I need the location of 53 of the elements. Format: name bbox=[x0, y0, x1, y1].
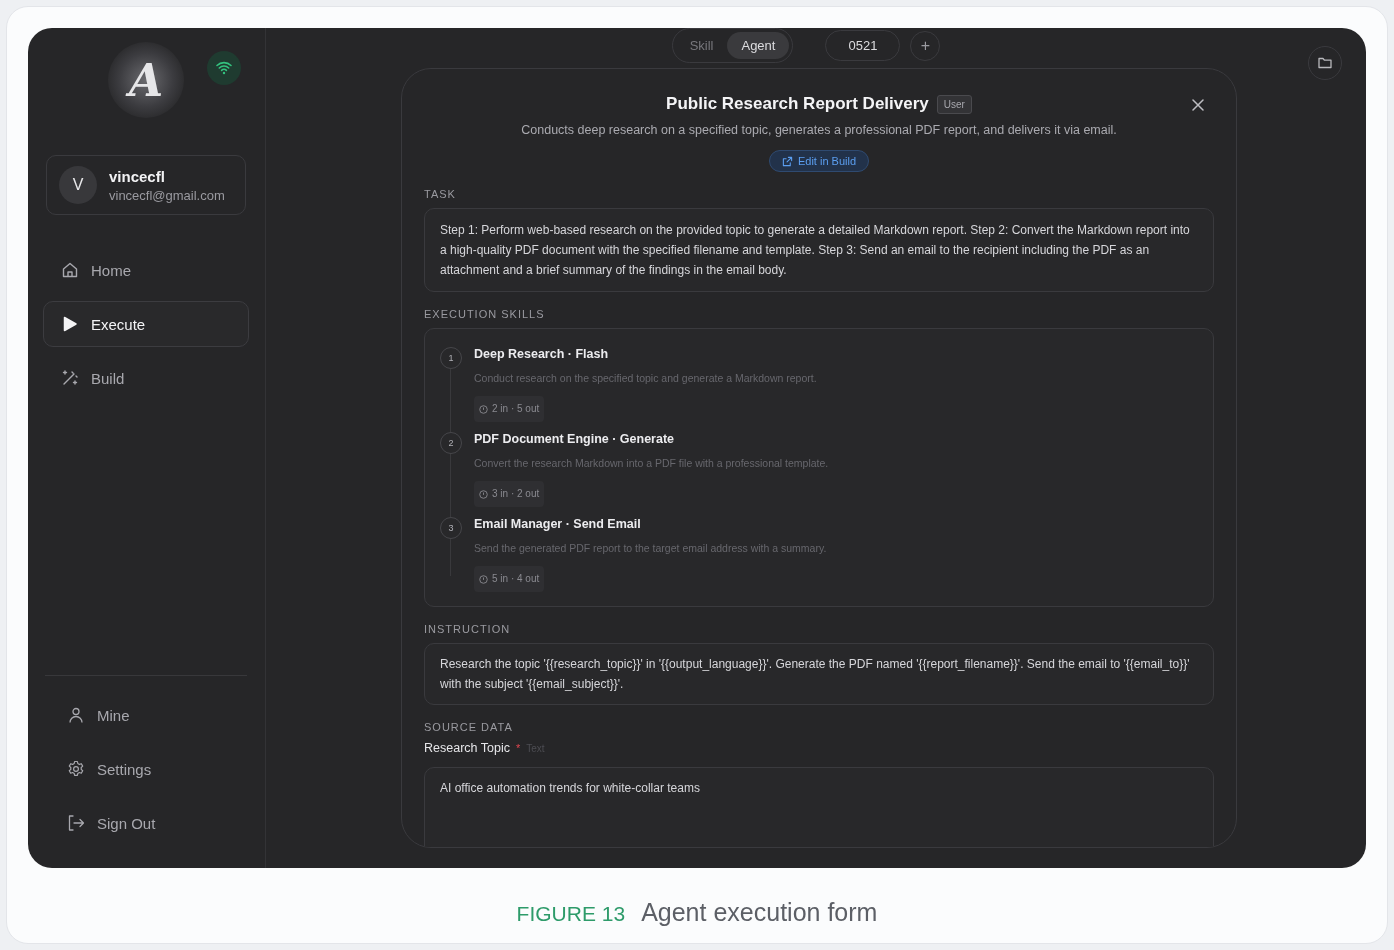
field-label: Research Topic bbox=[424, 741, 510, 755]
task-text: Step 1: Perform web-based research on the provided topic to generate a detailed Markdown report. Step 2: Convert the Markdown report into a high-quality PDF document with the specified filename and template. Step 3: Send an email to the recipient including the PDF as an attachment and a brief summary of the findings in the email body. bbox=[424, 208, 1214, 292]
wifi-icon bbox=[207, 51, 241, 85]
step-number: 1 bbox=[440, 347, 462, 369]
instruction-text: Research the topic '{{research_topic}}' in '{{output_language}}'. Generate the PDF named '{{report_filename}}'. Send the email to '{{email_to}}' with the subject '{{email_subject}}'. bbox=[424, 643, 1214, 705]
dialog-description: Conducts deep research on a specified topic, generates a professional PDF report, and delivers it via email. bbox=[521, 123, 1117, 137]
play-icon bbox=[61, 315, 79, 333]
io-tag: 2 in · 5 out bbox=[474, 396, 545, 422]
user-email: vincecfl@gmail.com bbox=[109, 187, 225, 203]
user-card[interactable]: V vincecfl vincecfl@gmail.com bbox=[46, 155, 246, 215]
io-tag: 5 in · 4 out bbox=[474, 566, 545, 592]
input-field[interactable]: AI office automation trends for white-collar teams bbox=[424, 767, 1214, 847]
logo: A bbox=[108, 42, 184, 118]
skill-title: Email Manager · Send Email bbox=[474, 516, 642, 533]
folder-icon bbox=[1317, 55, 1333, 71]
nav-item[interactable]: Execute bbox=[43, 301, 249, 347]
avatar: V bbox=[59, 166, 97, 204]
nav-item[interactable]: Build bbox=[43, 355, 249, 401]
info-icon bbox=[479, 489, 488, 499]
skill-description: Send the generated PDF report to the target email address with a summary. bbox=[474, 541, 827, 556]
skill-description: Convert the research Markdown into a PDF file with a professional template. bbox=[474, 456, 829, 471]
nav-item[interactable]: Home bbox=[43, 247, 249, 293]
edit-in-build-button[interactable]: Edit in Build bbox=[768, 150, 870, 172]
info-icon bbox=[479, 574, 488, 584]
nav-item[interactable]: Settings bbox=[43, 746, 249, 792]
external-link-icon bbox=[781, 155, 793, 167]
figure-label: FIGURE 13 bbox=[516, 902, 626, 926]
dialog-title: Public Research Report Delivery bbox=[666, 94, 929, 114]
close-icon[interactable] bbox=[1192, 99, 1204, 111]
nav-item[interactable]: Sign Out bbox=[43, 800, 249, 846]
section-label: EXECUTION SKILLS bbox=[424, 308, 546, 320]
section-label: TASK bbox=[424, 188, 457, 200]
step-number: 2 bbox=[440, 432, 462, 454]
skill-description: Conduct research on the specified topic and generate a Markdown report. bbox=[474, 371, 817, 386]
required-mark: * bbox=[515, 742, 521, 754]
settings-icon bbox=[67, 760, 85, 778]
skill-title: Deep Research · Flash bbox=[474, 346, 610, 363]
figure-caption: Agent execution form bbox=[641, 898, 878, 927]
skill-title: PDF Document Engine · Generate bbox=[474, 431, 676, 448]
step-number: 3 bbox=[440, 517, 462, 539]
section-label: INSTRUCTION bbox=[424, 623, 512, 635]
sign-out-icon bbox=[67, 814, 85, 832]
io-tag: 3 in · 2 out bbox=[474, 481, 545, 507]
user-name: vincecfl bbox=[109, 167, 166, 185]
role-badge: User bbox=[936, 94, 972, 114]
info-icon bbox=[479, 404, 488, 414]
magic-wand-icon bbox=[61, 369, 79, 387]
home-icon bbox=[61, 261, 79, 279]
section-label: SOURCE DATA bbox=[424, 721, 514, 733]
person-icon bbox=[67, 706, 85, 724]
mode-tab[interactable]: Skill bbox=[675, 32, 728, 59]
mode-tab[interactable]: Agent bbox=[727, 32, 790, 59]
nav-item[interactable]: Mine bbox=[43, 692, 249, 738]
